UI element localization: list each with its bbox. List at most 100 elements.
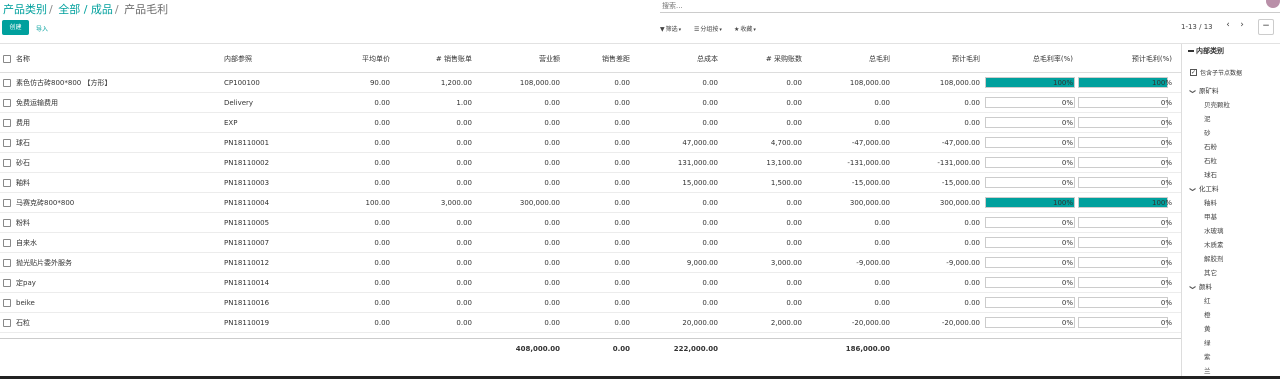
row-checkbox-cell[interactable] (3, 133, 15, 152)
favorites-dropdown[interactable]: ★收藏▾ (734, 24, 756, 33)
table-row[interactable]: 抛光贴片委外服务 PN18110012 0.00 0.00 0.00 0.00 9,000.… (0, 253, 1181, 273)
row-checkbox-cell[interactable] (3, 93, 15, 112)
column-header-avg[interactable]: 平均单价 (310, 45, 390, 72)
column-header-revenue[interactable]: 营业额 (472, 45, 560, 72)
column-header-cost[interactable]: 总成本 (630, 45, 718, 72)
table-row[interactable]: 免费运输费用 Delivery 0.00 1.00 0.00 0.00 0.00 0.00 0.… (0, 93, 1181, 113)
column-header-purchases[interactable]: # 采购账数 (718, 45, 802, 72)
column-header-rate[interactable]: 总毛利率(%) (980, 45, 1073, 72)
pager-next-button[interactable]: › (1236, 20, 1248, 30)
table-row[interactable]: 费用 EXP 0.00 0.00 0.00 0.00 0.00 0.00 0.00 0.00 0% 0… (0, 113, 1181, 133)
include-children-option[interactable]: ✓ 包含子节点数据 (1190, 68, 1242, 77)
caret-down-icon: ▾ (678, 27, 682, 33)
pager-value[interactable]: 1-13 / 13 (1181, 23, 1213, 31)
row-checkbox[interactable] (3, 218, 11, 227)
row-checkbox[interactable] (3, 258, 11, 267)
category-subitem[interactable]: 红 (1204, 295, 1211, 305)
category-subitem[interactable]: 其它 (1204, 267, 1217, 277)
category-subitem[interactable]: 石粒 (1204, 155, 1217, 165)
category-subitem[interactable]: 砂 (1204, 127, 1211, 137)
column-header-ref[interactable]: 内部参照 (224, 45, 314, 72)
column-header-expected-rate[interactable]: 预计毛利(%) (1073, 45, 1172, 72)
category-subitem[interactable]: 黄 (1204, 323, 1211, 333)
category-item[interactable]: ❯ 原矿料 (1189, 85, 1219, 95)
search-panel-title[interactable]: 内部类别 (1188, 46, 1224, 56)
row-checkbox-cell[interactable] (3, 73, 15, 92)
category-subitem[interactable]: 木质素 (1204, 239, 1224, 249)
row-checkbox-cell[interactable] (3, 273, 15, 292)
row-checkbox[interactable] (3, 78, 11, 87)
row-checkbox-cell[interactable] (3, 153, 15, 172)
table-row[interactable]: 石粒 PN18110019 0.00 0.00 0.00 0.00 20,000.00 2,0… (0, 313, 1181, 333)
table-row[interactable]: 砂石 PN18110002 0.00 0.00 0.00 0.00 131,000.00 13… (0, 153, 1181, 173)
table-row[interactable]: 定pay PN18110014 0.00 0.00 0.00 0.00 0.00 0.00 0.… (0, 273, 1181, 293)
category-subitem[interactable]: 水玻璃 (1204, 225, 1224, 235)
row-checkbox-cell[interactable] (3, 113, 15, 132)
category-subitem[interactable]: 解胶剂 (1204, 253, 1224, 263)
chevron-down-icon[interactable]: ❯ (1189, 89, 1196, 94)
table-row[interactable]: 釉料 PN18110003 0.00 0.00 0.00 0.00 15,000.00 1,5… (0, 173, 1181, 193)
category-subitem[interactable]: 兰 (1204, 365, 1211, 375)
select-all-checkbox-cell[interactable] (3, 45, 15, 72)
table-row[interactable]: 球石 PN18110001 0.00 0.00 0.00 0.00 47,000.00 4,7… (0, 133, 1181, 153)
row-checkbox[interactable] (3, 178, 11, 187)
category-subitem[interactable]: 石粉 (1204, 141, 1217, 151)
column-header-name[interactable]: 名称 (16, 45, 216, 72)
row-checkbox[interactable] (3, 138, 11, 147)
column-header-invoices[interactable]: # 销售账单 (390, 45, 472, 72)
cell-gap: 0.00 (614, 278, 630, 287)
category-subitem[interactable]: 绿 (1204, 337, 1211, 347)
row-checkbox-cell[interactable] (3, 193, 15, 212)
cell-purchases: 1,500.00 (770, 178, 802, 187)
category-subitem[interactable]: 橙 (1204, 309, 1211, 319)
category-subitem[interactable]: 贝壳颗粒 (1204, 99, 1230, 109)
row-checkbox[interactable] (3, 278, 11, 287)
row-checkbox-cell[interactable] (3, 233, 15, 252)
table-row[interactable]: 粉料 PN18110005 0.00 0.00 0.00 0.00 0.00 0.00 0.00… (0, 213, 1181, 233)
table-row[interactable]: 素色仿古砖800*800 【方形】 CP100100 90.00 1,200.00 10… (0, 73, 1181, 93)
breadcrumb-middle[interactable]: 全部 / 成品 (58, 3, 113, 16)
row-checkbox[interactable] (3, 118, 11, 127)
row-checkbox[interactable] (3, 238, 11, 247)
create-button[interactable]: 创建 (2, 20, 29, 35)
row-checkbox-cell[interactable] (3, 173, 15, 192)
category-item[interactable]: ❯ 颜料 (1189, 281, 1212, 291)
row-checkbox[interactable] (3, 98, 11, 107)
pager-previous-button[interactable]: ‹ (1222, 20, 1234, 30)
category-item[interactable]: ❯ 化工料 (1189, 183, 1219, 193)
checkbox-checked-icon[interactable]: ✓ (1190, 69, 1197, 76)
panel-toggle-button[interactable]: − (1258, 19, 1274, 35)
column-header-margin[interactable]: 总毛利 (802, 45, 890, 72)
breadcrumb-root[interactable]: 产品类别 (3, 3, 47, 16)
cell-cost: 15,000.00 (682, 178, 718, 187)
search-input[interactable] (660, 0, 1250, 11)
chevron-down-icon[interactable]: ❯ (1189, 187, 1196, 192)
cell-revenue: 0.00 (544, 278, 560, 287)
table-row[interactable]: 马赛克砖800*800 PN18110004 100.00 3,000.00 300,0… (0, 193, 1181, 213)
category-subitem[interactable]: 泥 (1204, 113, 1211, 123)
column-header-gap[interactable]: 销售差距 (560, 45, 630, 72)
row-checkbox-cell[interactable] (3, 313, 15, 332)
row-checkbox-cell[interactable] (3, 293, 15, 312)
table-row[interactable]: beike PN18110016 0.00 0.00 0.00 0.00 0.00 0.00 0… (0, 293, 1181, 313)
row-checkbox[interactable] (3, 158, 11, 167)
import-button[interactable]: 导入 (36, 24, 48, 33)
row-checkbox[interactable] (3, 298, 11, 307)
category-subitem[interactable]: 甲基 (1204, 211, 1217, 221)
row-checkbox[interactable] (3, 318, 11, 327)
row-checkbox-cell[interactable] (3, 253, 15, 272)
column-header-expected[interactable]: 预计毛利 (890, 45, 980, 72)
category-subitem[interactable]: 球石 (1204, 169, 1217, 179)
category-subitem[interactable]: 紫 (1204, 351, 1211, 361)
row-checkbox[interactable] (3, 198, 11, 207)
cell-revenue: 0.00 (544, 238, 560, 247)
chevron-down-icon[interactable]: ❯ (1189, 285, 1196, 290)
category-subitem[interactable]: 釉料 (1204, 197, 1217, 207)
table-row[interactable]: 自来水 PN18110007 0.00 0.00 0.00 0.00 0.00 0.00 0.0… (0, 233, 1181, 253)
row-checkbox-cell[interactable] (3, 213, 15, 232)
cell-expected: 0.00 (964, 278, 980, 287)
select-all-checkbox[interactable] (3, 54, 11, 63)
cell-expected-rate-text: 0% (1160, 158, 1172, 167)
group-by-dropdown[interactable]: ☰分组按▾ (694, 24, 722, 33)
filter-dropdown[interactable]: ▼筛选▾ (660, 24, 681, 33)
